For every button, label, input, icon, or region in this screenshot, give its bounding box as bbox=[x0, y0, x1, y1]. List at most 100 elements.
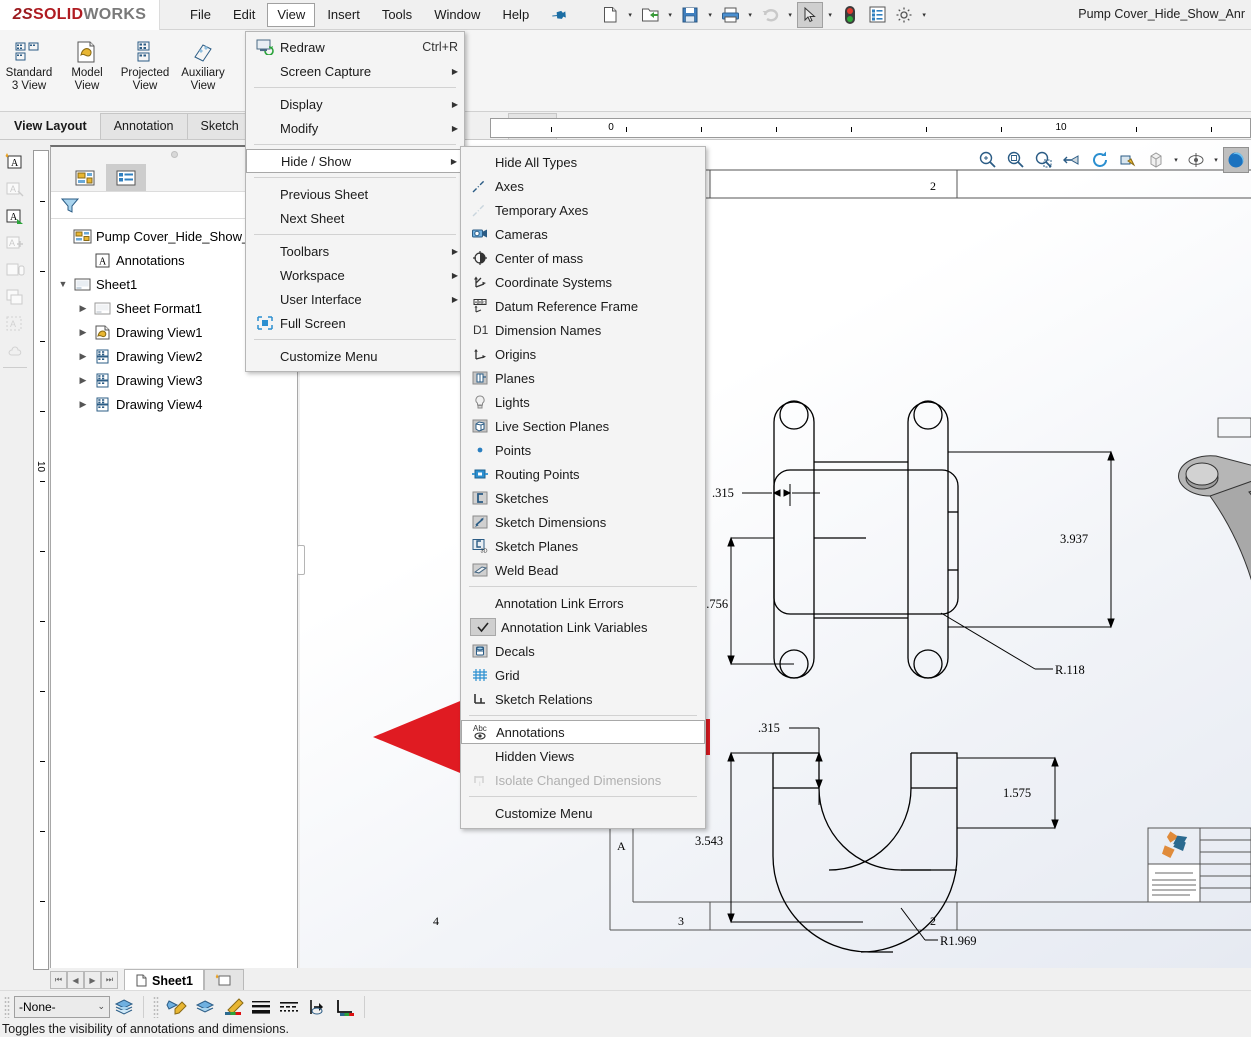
menu-edit[interactable]: Edit bbox=[223, 3, 265, 27]
hide-show-items-button[interactable] bbox=[1183, 147, 1209, 173]
menu-item-origins[interactable]: Origins bbox=[461, 342, 705, 366]
undo-caret-icon[interactable]: ▾ bbox=[784, 11, 796, 19]
projected-view-button[interactable]: Projected View bbox=[116, 35, 174, 95]
tree-expander-right-icon[interactable]: ▶ bbox=[75, 351, 91, 362]
balloon-icon[interactable]: A bbox=[0, 202, 30, 229]
menu-item-axes[interactable]: Axes bbox=[461, 174, 705, 198]
sheet-tab-sheet1[interactable]: Sheet1 bbox=[124, 969, 204, 991]
menu-item-weld-bead[interactable]: Weld Bead bbox=[461, 558, 705, 582]
tab-sketch[interactable]: Sketch bbox=[187, 113, 253, 139]
menu-item-sketches[interactable]: Sketches bbox=[461, 486, 705, 510]
zoom-to-fit-button[interactable] bbox=[975, 147, 1001, 173]
stacked-balloon-icon[interactable] bbox=[0, 283, 30, 310]
menu-item-modify[interactable]: Modify ▶ bbox=[246, 116, 464, 140]
menu-item-hidden-views[interactable]: Hidden Views bbox=[461, 744, 705, 768]
layer-properties-button[interactable] bbox=[110, 994, 138, 1020]
edit-sheet-format-button[interactable] bbox=[163, 994, 191, 1020]
save-caret-icon[interactable]: ▾ bbox=[704, 11, 716, 19]
menu-window[interactable]: Window bbox=[424, 3, 490, 27]
zoom-window-button[interactable] bbox=[1031, 147, 1057, 173]
menu-item-datum-reference-frame[interactable]: ABC Datum Reference Frame bbox=[461, 294, 705, 318]
menu-item-user-interface[interactable]: User Interface ▶ bbox=[246, 287, 464, 311]
menu-item-sketch-dimensions[interactable]: Sketch Dimensions bbox=[461, 510, 705, 534]
menu-item-temporary-axes[interactable]: Temporary Axes bbox=[461, 198, 705, 222]
menu-item-sketch-relations[interactable]: Sketch Relations bbox=[461, 687, 705, 711]
menu-item-hide-all-types[interactable]: Hide All Types bbox=[461, 150, 705, 174]
model-view-button[interactable]: Model View bbox=[58, 35, 116, 95]
line-color-button[interactable] bbox=[219, 994, 247, 1020]
auto-balloon-icon[interactable]: A bbox=[0, 229, 30, 256]
feature-manager-tab[interactable] bbox=[65, 164, 105, 191]
select-button[interactable] bbox=[797, 2, 823, 28]
property-manager-tab[interactable] bbox=[106, 164, 146, 191]
pushpin-icon[interactable] bbox=[550, 5, 570, 25]
toolbar-drag-handle-2[interactable] bbox=[153, 996, 159, 1018]
zoom-to-area-button[interactable] bbox=[1003, 147, 1029, 173]
area-hatch-icon[interactable]: A bbox=[0, 310, 30, 337]
menu-item-workspace[interactable]: Workspace ▶ bbox=[246, 263, 464, 287]
print-caret-icon[interactable]: ▾ bbox=[744, 11, 756, 19]
menu-help[interactable]: Help bbox=[492, 3, 539, 27]
last-sheet-button[interactable]: ⏭ bbox=[101, 971, 118, 989]
menu-item-next-sheet[interactable]: Next Sheet bbox=[246, 206, 464, 230]
hide-edge-button[interactable] bbox=[303, 994, 331, 1020]
hide-show-items-caret-icon[interactable]: ▾ bbox=[1211, 156, 1221, 164]
first-sheet-button[interactable]: ⏮ bbox=[50, 971, 67, 989]
previous-view-button[interactable] bbox=[1059, 147, 1085, 173]
menu-item-coordinate-systems[interactable]: Coordinate Systems bbox=[461, 270, 705, 294]
menu-view[interactable]: View bbox=[267, 3, 315, 27]
rebuild-button[interactable] bbox=[837, 2, 863, 28]
pan-button[interactable] bbox=[1115, 147, 1141, 173]
add-sheet-button[interactable] bbox=[204, 969, 244, 991]
horizontal-ruler[interactable]: 0 10 bbox=[490, 118, 1251, 138]
menu-item-grid[interactable]: Grid bbox=[461, 663, 705, 687]
display-style-caret-icon[interactable]: ▾ bbox=[1171, 156, 1181, 164]
menu-item-sketch-planes[interactable]: 3D Sketch Planes bbox=[461, 534, 705, 558]
note-icon[interactable]: A bbox=[0, 148, 30, 175]
menu-item-redraw[interactable]: Redraw Ctrl+R bbox=[246, 35, 464, 59]
tree-item-drawing-view4[interactable]: ▶ Drawing View4 bbox=[53, 392, 297, 416]
options-display-button[interactable] bbox=[864, 2, 890, 28]
menu-item-toolbars[interactable]: Toolbars ▶ bbox=[246, 239, 464, 263]
undo-button[interactable] bbox=[757, 2, 783, 28]
options-caret-icon[interactable]: ▾ bbox=[918, 11, 930, 19]
menu-item-routing-points[interactable]: Routing Points bbox=[461, 462, 705, 486]
vertical-ruler[interactable]: 10 bbox=[33, 150, 49, 970]
tab-annotation[interactable]: Annotation bbox=[100, 113, 188, 139]
line-thickness-button[interactable] bbox=[247, 994, 275, 1020]
layer-button[interactable] bbox=[191, 994, 219, 1020]
new-document-caret-icon[interactable]: ▾ bbox=[624, 11, 636, 19]
print-button[interactable] bbox=[717, 2, 743, 28]
tab-view-layout[interactable]: View Layout bbox=[0, 113, 101, 139]
tree-expander-down-icon[interactable]: ▼ bbox=[55, 279, 71, 289]
tree-expander-right-icon[interactable]: ▶ bbox=[75, 327, 91, 338]
standard-3-view-button[interactable]: Standard 3 View bbox=[0, 35, 58, 95]
menu-item-live-section-planes[interactable]: Live Section Planes bbox=[461, 414, 705, 438]
new-document-button[interactable] bbox=[597, 2, 623, 28]
next-sheet-button[interactable]: ▶ bbox=[84, 971, 101, 989]
menu-item-hide-show[interactable]: Hide / Show ▶ bbox=[246, 149, 464, 173]
line-style-button[interactable] bbox=[275, 994, 303, 1020]
chevron-down-icon[interactable]: ⌄ bbox=[97, 1001, 105, 1012]
revision-cloud-icon[interactable] bbox=[0, 337, 30, 364]
tree-expander-right-icon[interactable]: ▶ bbox=[75, 303, 91, 314]
menu-item-display[interactable]: Display ▶ bbox=[246, 92, 464, 116]
magnetic-line-icon[interactable] bbox=[0, 256, 30, 283]
select-caret-icon[interactable]: ▾ bbox=[824, 11, 836, 19]
menu-item-previous-sheet[interactable]: Previous Sheet bbox=[246, 182, 464, 206]
panel-splitter-handle[interactable] bbox=[297, 545, 305, 575]
menu-item-cameras[interactable]: Cameras bbox=[461, 222, 705, 246]
menu-item-annotations[interactable]: Abc Annotations bbox=[461, 720, 705, 744]
rotate-view-button[interactable] bbox=[1087, 147, 1113, 173]
menu-item-annotation-link-errors[interactable]: Annotation Link Errors bbox=[461, 591, 705, 615]
menu-item-points[interactable]: Points bbox=[461, 438, 705, 462]
tree-expander-right-icon[interactable]: ▶ bbox=[75, 375, 91, 386]
save-button[interactable] bbox=[677, 2, 703, 28]
menu-item-screen-capture[interactable]: Screen Capture ▶ bbox=[246, 59, 464, 83]
menu-item-annotation-link-variables[interactable]: Annotation Link Variables bbox=[461, 615, 705, 639]
layer-select[interactable]: -None- ⌄ bbox=[14, 996, 110, 1018]
display-style-button[interactable] bbox=[1143, 147, 1169, 173]
menu-file[interactable]: File bbox=[180, 3, 221, 27]
menu-item-full-screen[interactable]: Full Screen bbox=[246, 311, 464, 335]
options-button[interactable] bbox=[891, 2, 917, 28]
